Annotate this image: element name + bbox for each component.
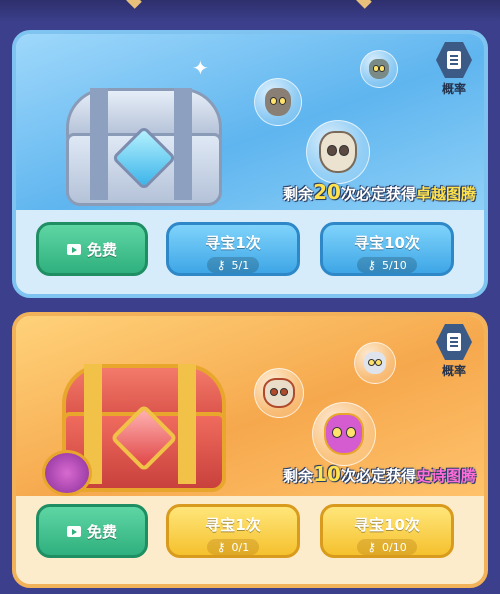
- wolf-totem-icon: [354, 342, 396, 384]
- chest-scene: ✦ 概率 剩余10次必定获得史诗图腾: [16, 316, 484, 496]
- probability-doc-icon: [436, 324, 472, 360]
- bull-skull-totem-icon: [306, 120, 370, 184]
- rate-label: 概率: [441, 82, 466, 96]
- sparkle-icon: ✦: [192, 56, 209, 80]
- guarantee-text: 剩余10次必定获得史诗图腾: [283, 462, 476, 486]
- free-draw-button[interactable]: 免费: [36, 222, 148, 276]
- draw-ten-button[interactable]: 寻宝10次 ⚷ 0/10: [320, 504, 454, 558]
- guarantee-text: 剩余20次必定获得卓越图腾: [283, 180, 476, 204]
- rate-button[interactable]: 概率: [430, 42, 478, 102]
- rate-label: 概率: [441, 364, 466, 378]
- draw-once-button[interactable]: 寻宝1次 ⚷ 5/1: [166, 222, 300, 276]
- video-ad-icon: [66, 243, 81, 255]
- draw-once-cost: ⚷ 0/1: [206, 539, 260, 555]
- purple-orb-icon: [42, 450, 92, 496]
- rate-button[interactable]: 概率: [430, 324, 478, 384]
- key-icon: ⚷: [216, 258, 226, 272]
- free-draw-button[interactable]: 免费: [36, 504, 148, 558]
- treasure-box-panel-epic: ✦ 概率 剩余10次必定获得史诗图腾 免费 寻宝1次 ⚷0/1 寻宝10次 ⚷0…: [12, 312, 488, 588]
- epic-owl-totem-icon: [312, 402, 376, 466]
- draw-once-button[interactable]: 寻宝1次 ⚷ 0/1: [166, 504, 300, 558]
- key-icon: ⚷: [367, 540, 377, 554]
- chest-scene: ✦ 概率 剩余20次必定获得卓越图腾: [16, 34, 484, 210]
- draw-ten-button[interactable]: 寻宝10次 ⚷ 5/10: [320, 222, 454, 276]
- video-ad-icon: [66, 525, 81, 537]
- top-decoration: [0, 0, 500, 22]
- silver-chest-icon[interactable]: [66, 88, 222, 206]
- fox-totem-icon: [254, 368, 304, 418]
- draw-ten-cost: ⚷ 5/10: [357, 257, 417, 273]
- key-icon: ⚷: [216, 540, 226, 554]
- draw-ten-cost: ⚷ 0/10: [357, 539, 417, 555]
- draw-once-cost: ⚷ 5/1: [206, 257, 260, 273]
- treasure-box-panel-excellent: ✦ 概率 剩余20次必定获得卓越图腾 免费 寻宝1次 ⚷ 5/1 寻宝10次 ⚷ 5…: [12, 30, 488, 298]
- probability-doc-icon: [436, 42, 472, 78]
- owl-totem-icon: [254, 78, 302, 126]
- cat-totem-icon: [360, 50, 398, 88]
- key-icon: ⚷: [367, 258, 377, 272]
